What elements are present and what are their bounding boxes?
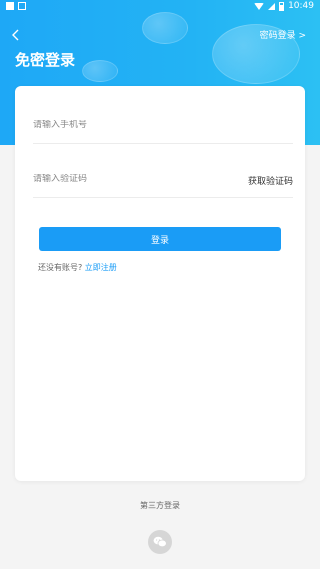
wechat-login-button[interactable] [148, 530, 172, 554]
password-login-link[interactable]: 密码登录 > [260, 28, 306, 41]
notification-icon [6, 2, 14, 10]
register-link[interactable]: 立即注册 [85, 263, 117, 272]
decorative-bubble [142, 12, 188, 44]
phone-field [33, 110, 293, 144]
code-input[interactable] [33, 174, 233, 184]
notification-icon [18, 2, 26, 10]
battery-icon [279, 1, 285, 11]
get-code-button[interactable]: 获取验证码 [248, 174, 293, 187]
third-party-label: 第三方登录 [140, 501, 180, 510]
phone-input[interactable] [33, 120, 233, 130]
page-title: 免密登录 [15, 51, 76, 69]
status-bar: 10:49 [0, 0, 320, 14]
signal-icon [268, 2, 276, 10]
back-button[interactable] [11, 29, 23, 43]
login-button[interactable]: 登录 [39, 227, 281, 251]
chevron-left-icon [12, 29, 19, 41]
login-card: 获取验证码 登录 还没有账号? 立即注册 [15, 86, 305, 481]
wifi-icon [254, 2, 265, 10]
status-time: 10:49 [288, 1, 314, 11]
register-prompt: 还没有账号? 立即注册 [38, 262, 117, 273]
wechat-icon [153, 536, 167, 548]
status-notifications [6, 2, 26, 10]
no-account-text: 还没有账号? [38, 263, 83, 272]
decorative-bubble [82, 60, 118, 82]
status-right-group: 10:49 [254, 1, 314, 11]
code-field: 获取验证码 [33, 164, 293, 198]
